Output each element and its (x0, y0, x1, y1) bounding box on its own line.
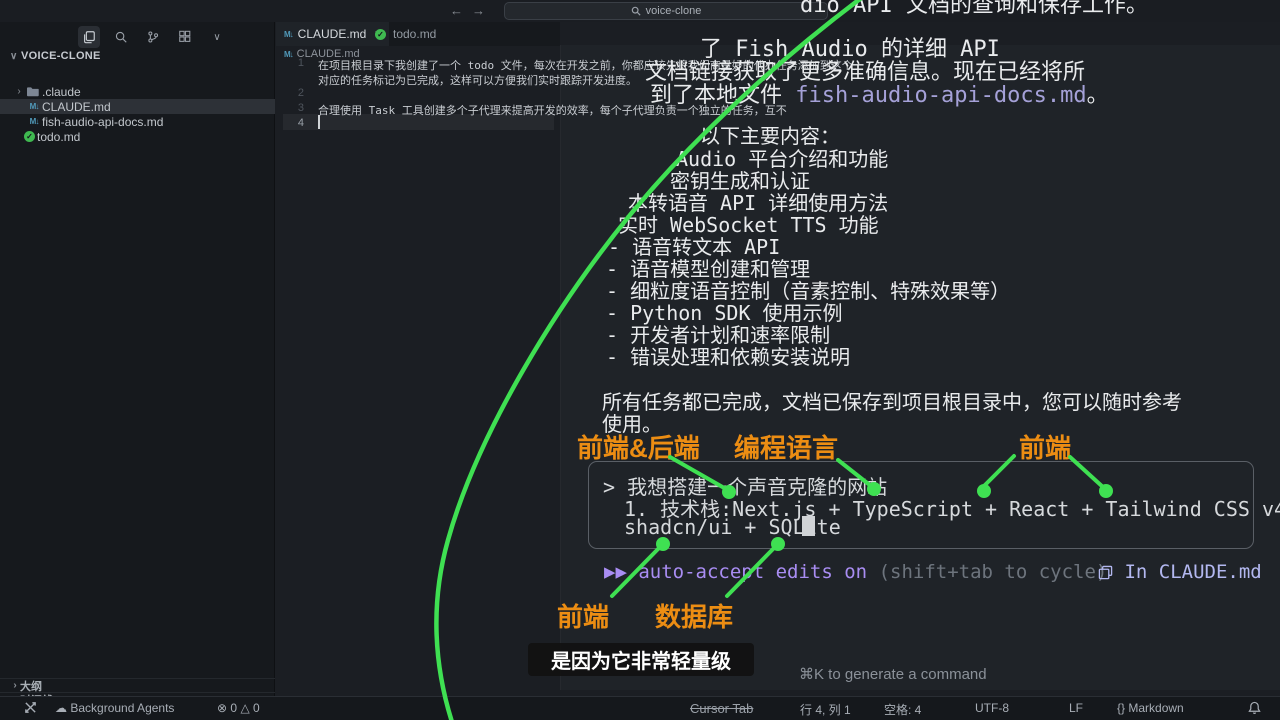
file-label: CLAUDE.md (42, 100, 111, 114)
prompt-chevron: > (603, 475, 615, 499)
double-arrow-icon: ▶▶ (604, 561, 627, 583)
status-bar: ☁ Background Agents ⊗ 0 △ 0 Cursor Tab 行… (0, 696, 1280, 720)
check-circle-icon: ✓ (24, 131, 35, 142)
cursor-tab-item[interactable]: Cursor Tab (690, 701, 753, 716)
encoding-item[interactable]: UTF-8 (975, 701, 1009, 715)
background-agents-item[interactable]: ☁ Background Agents (55, 701, 174, 715)
line-number: 1 (284, 57, 304, 69)
remote-icon[interactable] (24, 701, 37, 717)
annotation-label-frontend-bottom: 前端 (557, 597, 609, 634)
file-label: todo.md (37, 130, 80, 144)
terminal-line-clipped: dio API 文档的查询和保存工作。 (800, 0, 1148, 19)
line-col-item[interactable]: 行 4, 列 1 (800, 701, 851, 718)
annotation-label-programming-language: 编程语言 (734, 428, 838, 465)
annotation-label-frontend-top: 前端 (1019, 428, 1071, 465)
cloud-icon: ☁ (55, 701, 67, 715)
check-circle-icon: ✓ (375, 29, 386, 40)
folder-icon (26, 86, 39, 97)
line-number: 4 (284, 117, 304, 129)
annotation-label-frontend-backend: 前端&后端 (577, 428, 700, 465)
outline-panel-header[interactable]: › 大纲 (0, 678, 275, 692)
search-icon (631, 6, 641, 16)
language-item[interactable]: {} Markdown (1117, 701, 1184, 715)
source-control-icon[interactable] (142, 26, 164, 48)
cycle-hint: (shift+tab to cycle) (879, 561, 1108, 583)
context-file-icon (1098, 565, 1113, 580)
sidebar-item-claude-folder[interactable]: › .claude (0, 84, 275, 99)
terminal-list-item: - 错误处理和依赖安装说明 (606, 341, 850, 370)
auto-accept-row[interactable]: ▶▶ auto-accept edits on (shift+tab to cy… (604, 561, 1107, 583)
file-label: .claude (42, 85, 81, 99)
forward-icon[interactable]: → (472, 3, 485, 18)
terminal-summary: 所有任务都已完成，文档已保存到项目根目录中，您可以随时参考 (602, 386, 1182, 415)
text-cursor (802, 516, 815, 536)
auto-accept-label: auto-accept edits on (638, 561, 867, 583)
explorer-sidebar: ∨ ∨ VOICE-CLONE › .claude M↓ CLAUDE.md M… (0, 22, 275, 696)
search-panel-icon[interactable] (110, 26, 132, 48)
problems-item[interactable]: ⊗ 0 △ 0 (217, 701, 260, 715)
annotation-label-database: 数据库 (655, 597, 733, 634)
markdown-icon: M↓ (26, 117, 42, 126)
tab-label: todo.md (393, 27, 436, 41)
sidebar-toolbar: ∨ (78, 26, 228, 48)
file-label: fish-audio-api-docs.md (42, 115, 163, 129)
chevron-right-icon: › (10, 680, 20, 691)
context-indicator: In CLAUDE.md (1098, 561, 1262, 583)
chevron-down-icon[interactable]: ∨ (206, 26, 228, 48)
chevron-down-icon: ∨ (10, 51, 18, 62)
line-number: 2 (284, 87, 304, 99)
indent-item[interactable]: 空格: 4 (884, 701, 921, 718)
chevron-right-icon: › (14, 86, 24, 97)
video-subtitle: 是因为它非常轻量级 (528, 643, 754, 676)
warning-icon: △ (240, 701, 249, 715)
markdown-icon: M↓ (26, 102, 42, 111)
command-center-search[interactable]: voice-clone (504, 2, 828, 20)
eol-item[interactable]: LF (1069, 701, 1083, 715)
sidebar-item-todo-md[interactable]: ✓ todo.md (0, 129, 275, 144)
tab-bar: M↓ CLAUDE.md × ✓ todo.md (276, 22, 560, 46)
notifications-bell-icon[interactable] (1248, 701, 1261, 718)
tab-label: CLAUDE.md (298, 27, 367, 41)
file-link: fish-audio-api-docs.md (795, 83, 1086, 108)
workspace-root[interactable]: ∨ VOICE-CLONE (10, 50, 101, 62)
sidebar-item-claude-md[interactable]: M↓ CLAUDE.md (0, 99, 275, 114)
markdown-icon: M↓ (284, 30, 293, 39)
app-window: ← → voice-clone ∨ ∨ VOICE-CLONE (0, 0, 1280, 720)
explorer-icon[interactable] (78, 26, 100, 48)
back-icon[interactable]: ← (450, 3, 463, 18)
extensions-icon[interactable] (174, 26, 196, 48)
editor-line[interactable]: 对应的任务标记为已完成，这样可以方便我们实时跟踪开发进度。 (318, 72, 637, 88)
error-icon: ⊗ (217, 701, 227, 715)
terminal-line: 到了本地文件 fish-audio-api-docs.md。 (650, 77, 1109, 109)
search-value: voice-clone (646, 5, 702, 17)
sidebar-item-fish-audio-api-docs[interactable]: M↓ fish-audio-api-docs.md (0, 114, 275, 129)
line-number: 3 (284, 102, 304, 114)
context-label: In CLAUDE.md (1124, 561, 1261, 583)
cmd-k-hint: ⌘K to generate a command (799, 665, 987, 683)
tab-todo-md[interactable]: ✓ todo.md (364, 22, 444, 46)
